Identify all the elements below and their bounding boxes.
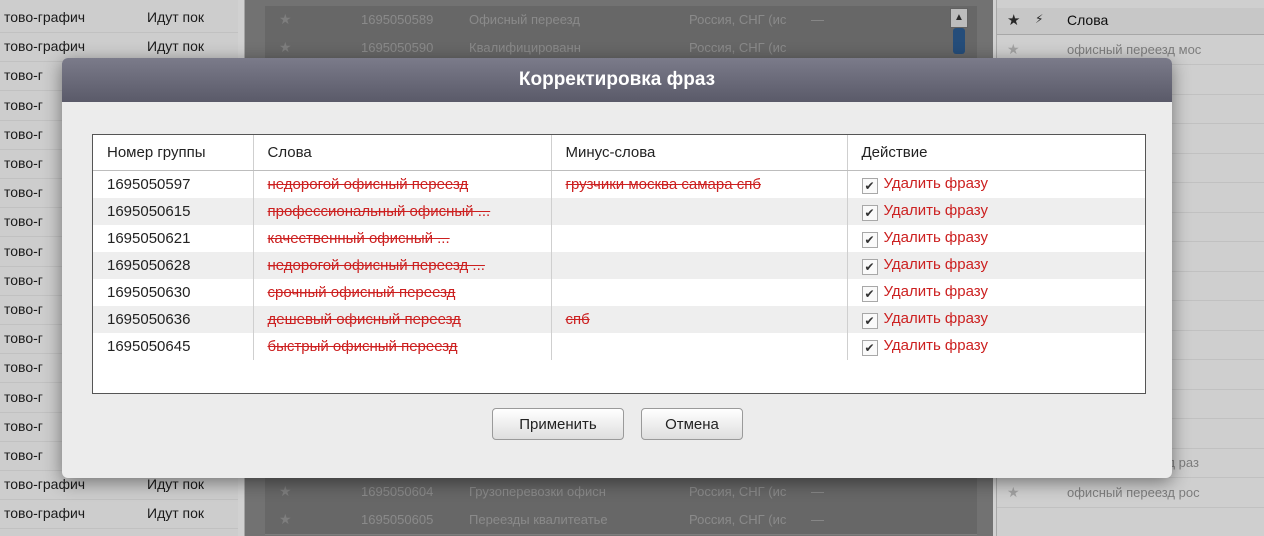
words-cell: дешевый офисный переезд — [253, 306, 552, 333]
delete-phrase-label[interactable]: Удалить фразу — [884, 337, 989, 354]
cancel-button[interactable]: Отмена — [641, 408, 743, 440]
delete-phrase-checkbox[interactable]: ✔ — [861, 286, 878, 302]
table-header-row: Номер группы Слова Минус-слова Действие — [93, 135, 1145, 171]
action-cell: ✔ Удалить фразу — [847, 306, 1145, 333]
words-cell: профессиональный офисный ... — [253, 198, 552, 225]
phrase-words: недорогой офисный переезд — [267, 176, 469, 193]
action-cell: ✔ Удалить фразу — [847, 252, 1145, 279]
group-number-cell: 1695050628 — [93, 252, 254, 279]
column-header-minus-words: Минус-слова — [551, 135, 848, 171]
delete-phrase-checkbox[interactable]: ✔ — [861, 205, 878, 221]
delete-phrase-label[interactable]: Удалить фразу — [884, 229, 989, 246]
words-cell: недорогой офисный переезд — [253, 170, 552, 198]
apply-button[interactable]: Применить — [492, 408, 624, 440]
group-number-cell: 1695050630 — [93, 279, 254, 306]
delete-phrase-checkbox[interactable]: ✔ — [861, 313, 878, 329]
phrases-table: Номер группы Слова Минус-слова Действие … — [93, 135, 1145, 360]
minus-words-cell: грузчики москва самара спб — [551, 170, 848, 198]
app-screen: тово-графич Идут пок тово-графич Идут пок то… — [0, 0, 1264, 536]
delete-phrase-label[interactable]: Удалить фразу — [884, 202, 989, 219]
table-row: 1695050621 качественный офисный ... ✔ Удали… — [93, 225, 1145, 252]
table-row: 1695050628 недорогой офисный переезд ... ✔… — [93, 252, 1145, 279]
group-number-cell: 1695050597 — [93, 170, 254, 198]
minus-words-cell — [551, 333, 848, 360]
words-cell: срочный офисный переезд — [253, 279, 552, 306]
column-header-words: Слова — [253, 135, 552, 171]
minus-words-cell — [551, 279, 848, 306]
action-cell: ✔ Удалить фразу — [847, 171, 1145, 199]
table-row: 1695050615 профессиональный офисный ... ✔ У… — [93, 198, 1145, 225]
column-header-action: Действие — [847, 135, 1145, 171]
phrase-words: профессиональный офисный ... — [267, 203, 491, 220]
phrase-words: качественный офисный ... — [267, 230, 450, 247]
minus-words-cell — [551, 225, 848, 252]
delete-phrase-label[interactable]: Удалить фразу — [884, 256, 989, 273]
phrase-words: недорогой офисный переезд ... — [267, 257, 485, 274]
minus-words-cell: спб — [551, 306, 848, 333]
group-number-cell: 1695050615 — [93, 198, 254, 225]
table-row: 1695050597 недорогой офисный переезд грузч… — [93, 170, 1145, 199]
words-cell: недорогой офисный переезд ... — [253, 252, 552, 279]
minus-words-cell — [551, 252, 848, 279]
delete-phrase-checkbox[interactable]: ✔ — [861, 232, 878, 248]
phrase-words: срочный офисный переезд — [267, 284, 456, 301]
phrase-correction-dialog: Корректировка фраз Номер группы Слова Ми… — [62, 58, 1172, 478]
delete-phrase-checkbox[interactable]: ✔ — [861, 259, 878, 275]
words-cell: быстрый офисный переезд — [253, 333, 552, 360]
words-cell: качественный офисный ... — [253, 225, 552, 252]
phrase-words: дешевый офисный переезд — [267, 311, 461, 328]
phrase-words: быстрый офисный переезд — [267, 338, 458, 355]
table-row: 1695050630 срочный офисный переезд ✔ Удалит… — [93, 279, 1145, 306]
phrase-minus-words: грузчики москва самара спб — [565, 176, 761, 193]
group-number-cell: 1695050645 — [93, 333, 254, 360]
group-number-cell: 1695050621 — [93, 225, 254, 252]
delete-phrase-checkbox[interactable]: ✔ — [861, 340, 878, 356]
delete-phrase-label[interactable]: Удалить фразу — [884, 283, 989, 300]
phrase-minus-words: спб — [565, 311, 590, 328]
dialog-title: Корректировка фраз — [62, 58, 1172, 102]
delete-phrase-checkbox[interactable]: ✔ — [861, 178, 878, 194]
action-cell: ✔ Удалить фразу — [847, 333, 1145, 360]
minus-words-cell — [551, 198, 848, 225]
action-cell: ✔ Удалить фразу — [847, 279, 1145, 306]
phrases-table-container: Номер группы Слова Минус-слова Действие … — [92, 134, 1146, 394]
delete-phrase-label[interactable]: Удалить фразу — [884, 175, 989, 192]
table-row: 1695050636 дешевый офисный переезд спб ✔ Уда… — [93, 306, 1145, 333]
column-header-group-number: Номер группы — [93, 135, 254, 171]
group-number-cell: 1695050636 — [93, 306, 254, 333]
table-row: 1695050645 быстрый офисный переезд ✔ Удалит… — [93, 333, 1145, 360]
action-cell: ✔ Удалить фразу — [847, 198, 1145, 225]
delete-phrase-label[interactable]: Удалить фразу — [884, 310, 989, 327]
action-cell: ✔ Удалить фразу — [847, 225, 1145, 252]
